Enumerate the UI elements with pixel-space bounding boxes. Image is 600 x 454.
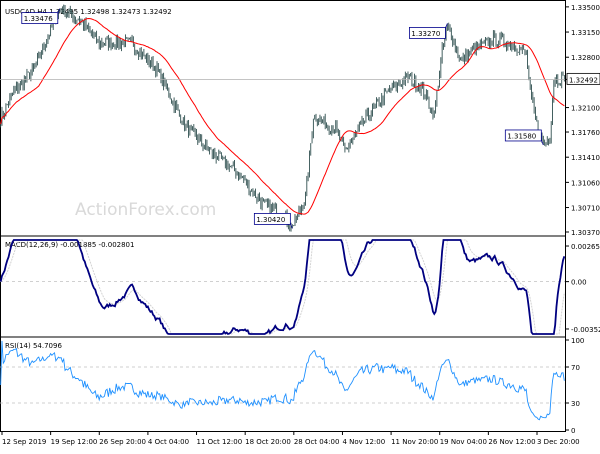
- price-tick-label: 1.33500: [571, 4, 600, 12]
- rsi-label: RSI(14) 54.7096: [5, 342, 62, 350]
- time-tick-label: 19 Nov 04:00: [440, 438, 487, 446]
- price-tick-label: 1.32100: [571, 105, 600, 113]
- macd-axis: 0.002652 0.00 -0.003526: [565, 243, 600, 334]
- watermark-text: ActionForex.com: [75, 200, 216, 220]
- price-tick-label: 1.31410: [571, 154, 600, 162]
- time-tick-label: 26 Nov 12:00: [488, 438, 535, 446]
- price-tick-label: 1.31060: [571, 179, 600, 187]
- rsi-tick-label: 70: [571, 364, 580, 372]
- macd-tick-label: 0.002652: [571, 243, 600, 251]
- price-annotation-label: 1.33270: [411, 30, 440, 38]
- time-tick-label: 11 Nov 20:00: [391, 438, 438, 446]
- price-tick-label: 1.30370: [571, 229, 600, 237]
- macd-tick-label: 0.00: [571, 279, 587, 287]
- usdcad-chart: USDCAD,H4 1.32495 1.32498 1.32473 1.3249…: [0, 0, 600, 446]
- rsi-tick-label: 30: [571, 400, 580, 408]
- time-tick-label: 11 Oct 12:00: [197, 438, 243, 446]
- price-annotation-label: 1.33476: [24, 15, 53, 23]
- time-tick-label: 19 Sep 12:00: [51, 438, 98, 446]
- rsi-tick-label: 0: [571, 427, 575, 435]
- chart-window: USDCAD,H4 1.32495 1.32498 1.32473 1.3249…: [0, 0, 600, 450]
- time-tick-label: 4 Nov 12:00: [342, 438, 385, 446]
- price-tick-label: 1.30710: [571, 205, 600, 213]
- time-tick-label: 28 Oct 04:00: [294, 438, 340, 446]
- price-annotation-label: 1.30420: [256, 216, 285, 224]
- price-tick-label: 1.31760: [571, 129, 600, 137]
- macd-tick-label: -0.003526: [571, 326, 600, 334]
- time-axis: 12 Sep 2019 19 Sep 12:00 26 Sep 20:00 4 Oct…: [1, 431, 580, 446]
- price-annotation-label: 1.31580: [507, 132, 536, 140]
- rsi-tick-label: 100: [571, 337, 584, 345]
- price-tick-label: 1.33150: [571, 29, 600, 37]
- macd-label: MACD(12,26,9) -0.001885 -0.002801: [5, 241, 134, 249]
- time-tick-label: 12 Sep 2019: [2, 438, 46, 446]
- time-tick-label: 3 Dec 20:00: [537, 438, 580, 446]
- price-tick-label: 1.32800: [571, 54, 600, 62]
- time-tick-label: 4 Oct 04:00: [148, 438, 189, 446]
- rsi-axis: 100 70 30 0: [565, 337, 584, 435]
- time-tick-label: 18 Oct 20:00: [245, 438, 291, 446]
- time-tick-label: 26 Sep 20:00: [99, 438, 146, 446]
- price-axis: 1.33500 1.33150 1.32800 1.32492 1.32100 1.317…: [565, 4, 600, 237]
- last-price-label: 1.32492: [569, 76, 598, 84]
